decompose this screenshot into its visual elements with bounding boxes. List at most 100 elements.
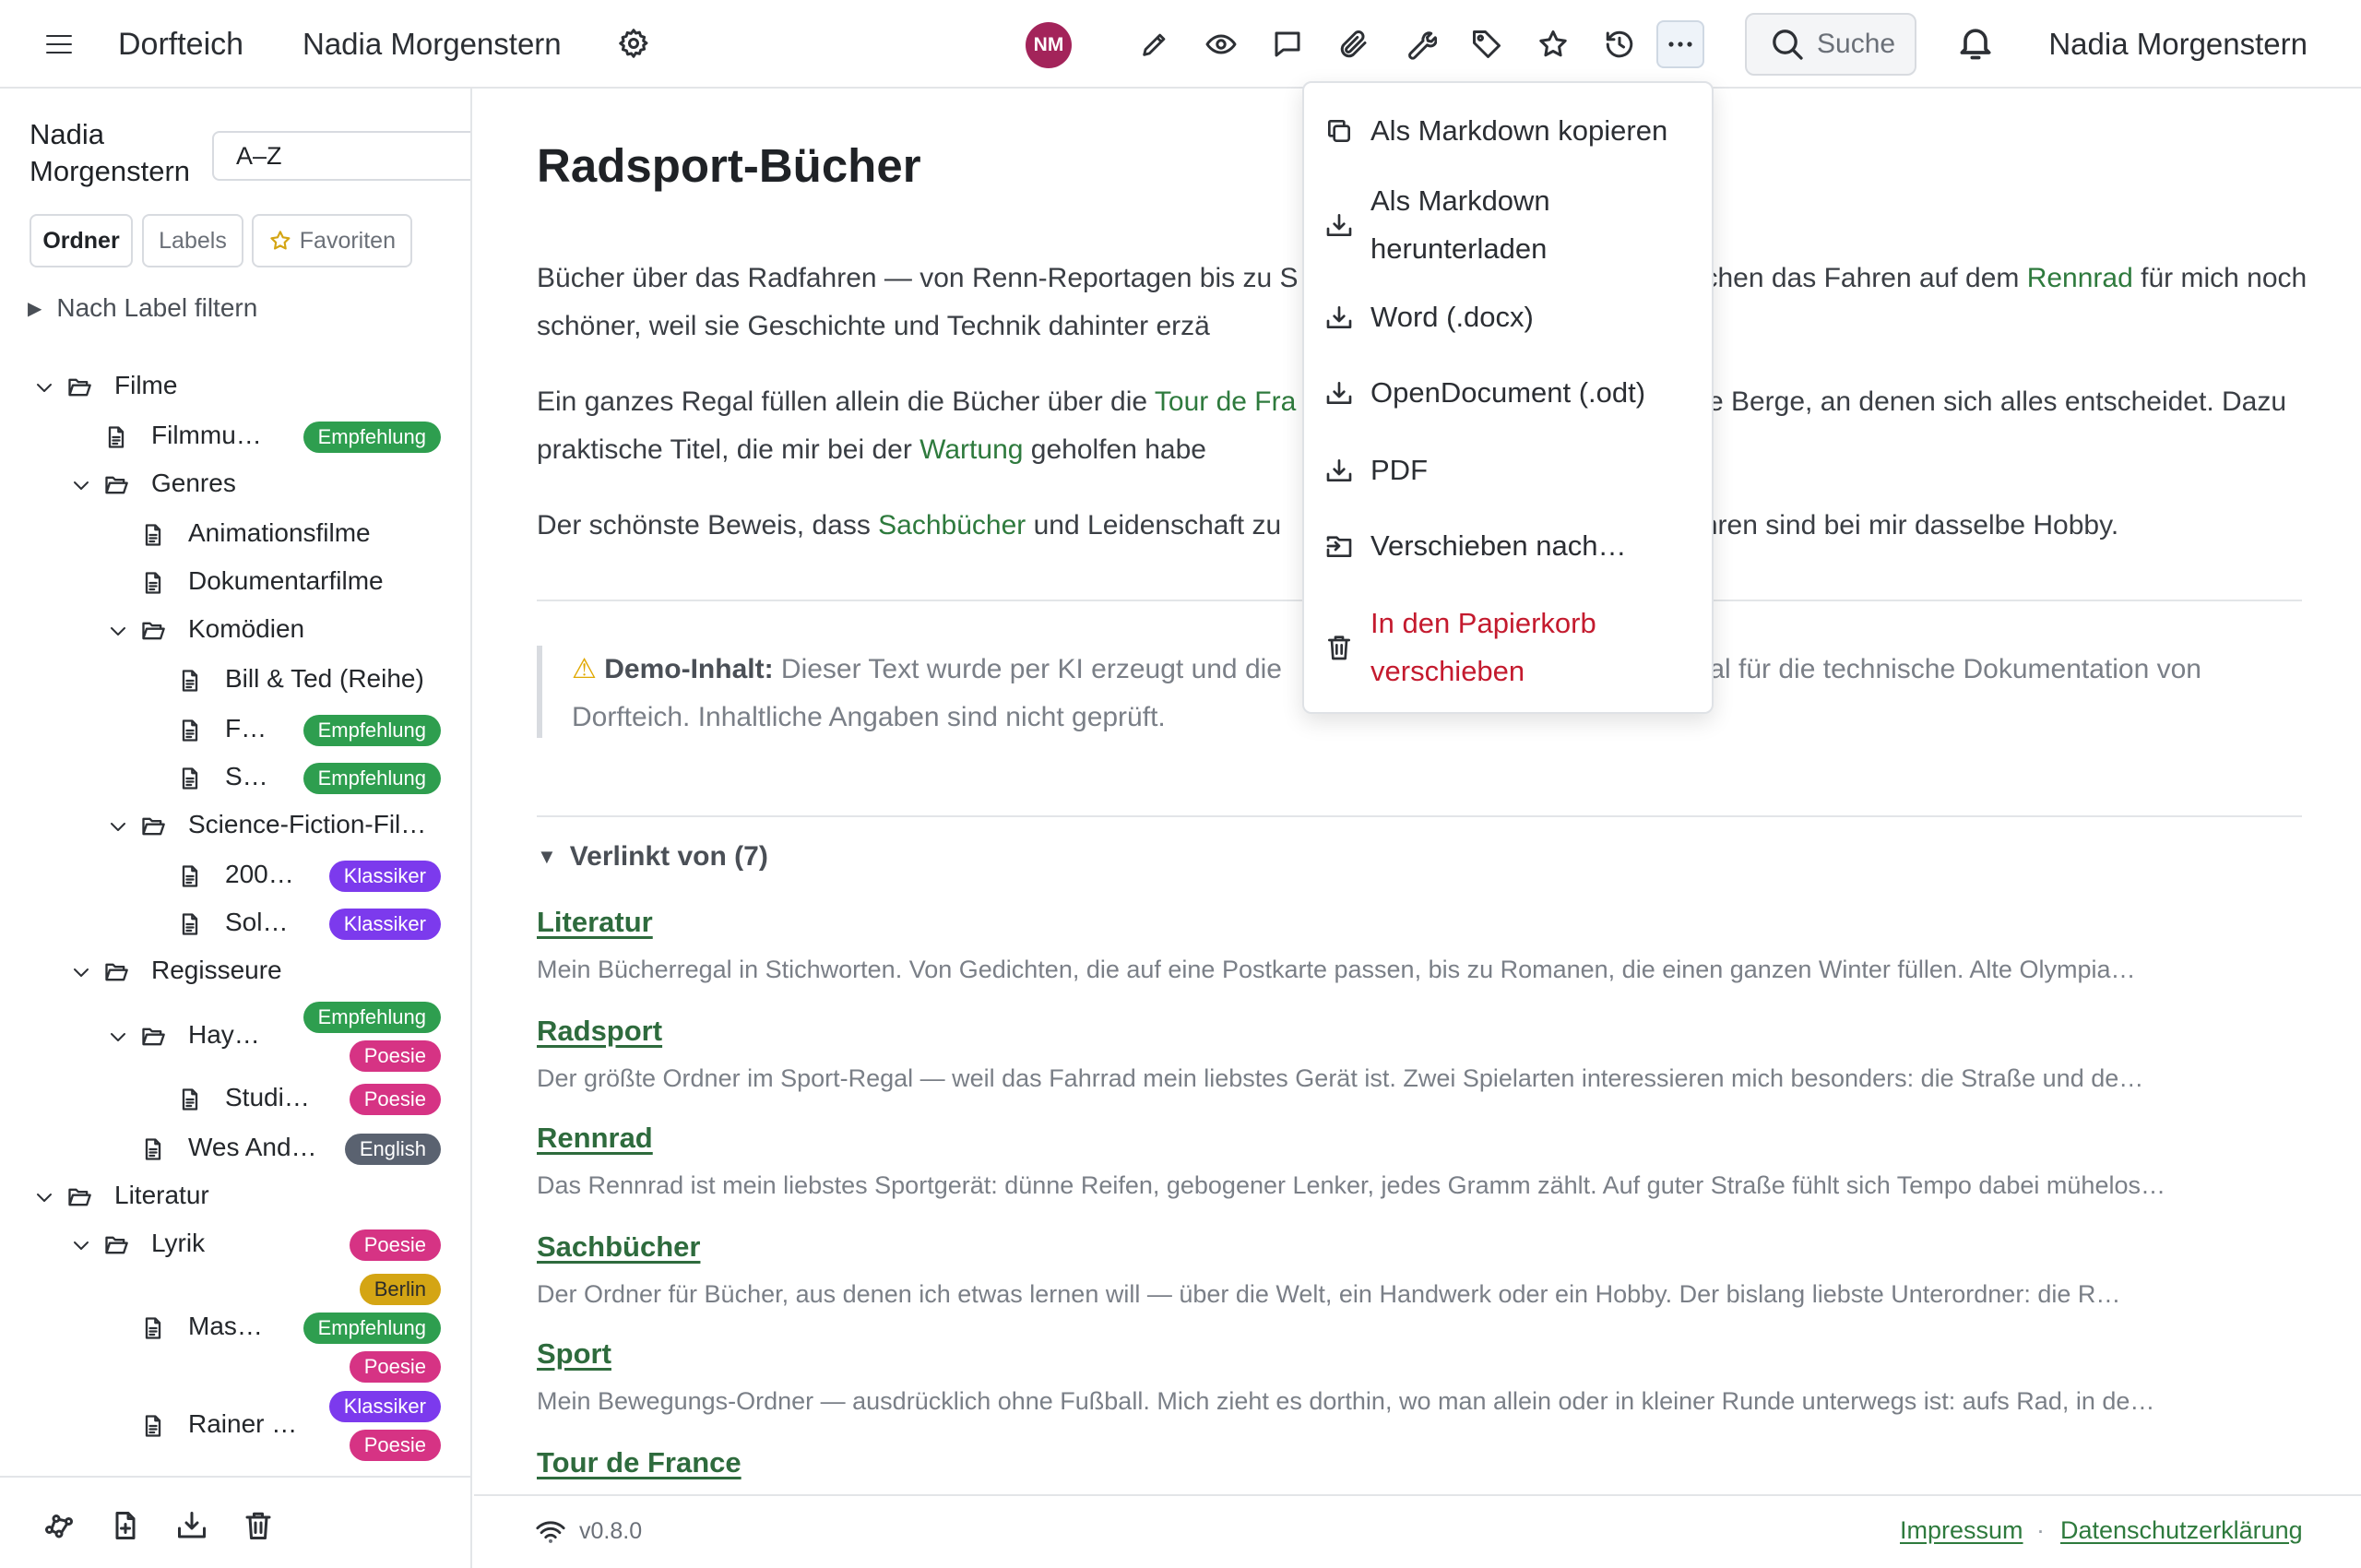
label-badges: Poesie xyxy=(349,1084,441,1115)
chevron-down-icon[interactable] xyxy=(70,1234,92,1256)
label-badge[interactable]: Klassiker xyxy=(328,861,441,892)
edit-button[interactable] xyxy=(1131,20,1179,68)
tree-page[interactable]: S… Empfehlung xyxy=(0,756,470,801)
sort-select[interactable]: A–Z xyxy=(212,131,470,181)
tree-page[interactable]: Studi… Poesie xyxy=(0,1077,470,1122)
backlinks-toggle[interactable]: ▼ Verlinkt von (7) xyxy=(537,841,768,873)
menu-item-trash[interactable]: In den Papierkorb verschieben xyxy=(1304,590,1712,705)
preview-button[interactable] xyxy=(1197,20,1245,68)
chevron-down-icon[interactable] xyxy=(70,474,92,496)
backlink-description: Mein Bewegungs-Ordner — ausdrücklich ohn… xyxy=(537,1387,2155,1415)
tools-button[interactable] xyxy=(1396,20,1444,68)
label-filter-toggle[interactable]: ▶ Nach Label filtern xyxy=(28,290,257,327)
document-icon xyxy=(182,913,198,935)
menu-button[interactable] xyxy=(37,22,81,66)
tree-page[interactable]: Wes And… English xyxy=(0,1127,470,1171)
label-badge[interactable]: Poesie xyxy=(349,1040,441,1072)
backlink-title[interactable]: Sachbücher xyxy=(537,1230,700,1264)
backlink-title[interactable]: Literatur xyxy=(537,906,653,939)
label-badge[interactable]: English xyxy=(344,1134,441,1165)
more-button[interactable] xyxy=(1656,20,1704,68)
tree-page[interactable]: Dokumentarfilme xyxy=(0,561,470,605)
tree-folder[interactable]: Science-Fiction-Fil… xyxy=(0,804,470,849)
folder-open-icon xyxy=(105,963,128,981)
chevron-down-icon[interactable] xyxy=(33,376,55,398)
tree-page[interactable]: Rainer … Klassiker Poesie xyxy=(0,1391,470,1461)
history-button[interactable] xyxy=(1596,20,1643,68)
inline-link[interactable]: Sachbücher xyxy=(878,510,1026,540)
app-title[interactable]: Dorfteich xyxy=(118,22,243,66)
menu-item-download-markdown[interactable]: Als Markdown herunterladen xyxy=(1304,172,1712,279)
backlink-title[interactable]: Sport xyxy=(537,1337,611,1371)
search-button[interactable]: Suche xyxy=(1745,13,1916,76)
user-menu[interactable]: Nadia Morgenstern xyxy=(2048,22,2308,66)
tree-folder[interactable]: Regisseure xyxy=(0,950,470,994)
tree-folder[interactable]: Literatur xyxy=(0,1175,470,1219)
download-icon xyxy=(1326,382,1352,404)
menu-item-word[interactable]: Word (.docx) xyxy=(1304,280,1712,354)
favorite-button[interactable] xyxy=(1529,20,1577,68)
space-title[interactable]: Nadia Morgenstern xyxy=(303,22,562,66)
menu-item-pdf[interactable]: PDF xyxy=(1304,434,1712,507)
chevron-down-icon[interactable] xyxy=(107,815,129,837)
label-badge[interactable]: Klassiker xyxy=(328,1391,441,1422)
tree-page[interactable]: Sol… Klassiker xyxy=(0,902,470,946)
label-badges: Empfehlung xyxy=(303,715,441,746)
menu-item-odt[interactable]: OpenDocument (.odt) xyxy=(1304,356,1712,430)
label-badge[interactable]: Empfehlung xyxy=(303,763,441,794)
tree-page[interactable]: F… Empfehlung xyxy=(0,708,470,753)
tree-page[interactable]: Filmmu… Empfehlung xyxy=(0,415,470,459)
label-badge[interactable]: Poesie xyxy=(349,1229,441,1261)
trash-button[interactable] xyxy=(238,1505,279,1546)
tab-folders[interactable]: Ordner xyxy=(30,214,133,267)
label-badge[interactable]: Poesie xyxy=(349,1351,441,1383)
attachments-button[interactable] xyxy=(1330,20,1378,68)
label-badge[interactable]: Empfehlung xyxy=(303,715,441,746)
inline-link[interactable]: Rennrad xyxy=(2027,263,2133,293)
sidebar: Nadia Morgenstern A–Z Ordner Labels Favo… xyxy=(0,89,472,1568)
tab-labels[interactable]: Labels xyxy=(142,214,243,267)
chevron-down-icon[interactable] xyxy=(107,620,129,642)
privacy-link[interactable]: Datenschutzerklärung xyxy=(2060,1516,2303,1545)
label-badge[interactable]: Empfehlung xyxy=(303,1313,441,1344)
inline-link[interactable]: Wartung xyxy=(919,434,1023,465)
chevron-down-icon[interactable] xyxy=(107,1026,129,1048)
tab-favorites[interactable]: Favoriten xyxy=(252,214,412,267)
labels-button[interactable] xyxy=(1463,20,1511,68)
settings-button[interactable] xyxy=(611,20,657,66)
comments-button[interactable] xyxy=(1264,20,1311,68)
tree-folder[interactable]: Lyrik Poesie xyxy=(0,1223,470,1267)
backlink-description: Mein Bücherregal in Stichworten. Von Ged… xyxy=(537,956,2136,983)
backlink-title[interactable]: Radsport xyxy=(537,1015,662,1048)
label-badge[interactable]: Empfehlung xyxy=(303,422,441,453)
label-badge[interactable]: Berlin xyxy=(359,1274,441,1305)
backlink-title[interactable]: Tour de France xyxy=(537,1446,742,1479)
new-page-button[interactable] xyxy=(105,1505,146,1546)
imprint-link[interactable]: Impressum xyxy=(1900,1516,2023,1545)
menu-item-copy-markdown[interactable]: Als Markdown kopieren xyxy=(1304,94,1712,168)
menu-item-label: In den Papierkorb verschieben xyxy=(1370,607,1596,687)
tree-page[interactable]: 200… Klassiker xyxy=(0,854,470,898)
tree-folder[interactable]: Genres xyxy=(0,463,470,507)
backlink-title[interactable]: Rennrad xyxy=(537,1122,653,1155)
tree-page[interactable]: Bill & Ted (Reihe) xyxy=(0,659,470,703)
backlink-description: Der Ordner für Bücher, aus denen ich etw… xyxy=(537,1280,2121,1308)
chevron-down-icon[interactable] xyxy=(33,1186,55,1208)
menu-item-move[interactable]: Verschieben nach… xyxy=(1304,509,1712,583)
label-badge[interactable]: Klassiker xyxy=(328,909,441,940)
graph-button[interactable] xyxy=(39,1505,79,1546)
label-badge[interactable]: Empfehlung xyxy=(303,1002,441,1033)
import-button[interactable] xyxy=(172,1505,212,1546)
avatar[interactable]: NM xyxy=(1026,22,1072,68)
warning-icon: ⚠ xyxy=(572,654,597,684)
label-badge[interactable]: Poesie xyxy=(349,1084,441,1115)
chevron-down-icon[interactable] xyxy=(70,961,92,983)
inline-link[interactable]: Tour de Fra xyxy=(1155,386,1296,417)
notifications-button[interactable] xyxy=(1950,17,2001,68)
tree-page[interactable]: Mas… Berlin Empfehlung Poesie xyxy=(0,1274,470,1383)
label-badge[interactable]: Poesie xyxy=(349,1430,441,1461)
tree-folder[interactable]: Filme xyxy=(0,365,470,410)
tree-folder[interactable]: Hay… Empfehlung Poesie xyxy=(0,1002,470,1072)
tree-folder[interactable]: Komödien xyxy=(0,609,470,653)
tree-page[interactable]: Animationsfilme xyxy=(0,513,470,557)
